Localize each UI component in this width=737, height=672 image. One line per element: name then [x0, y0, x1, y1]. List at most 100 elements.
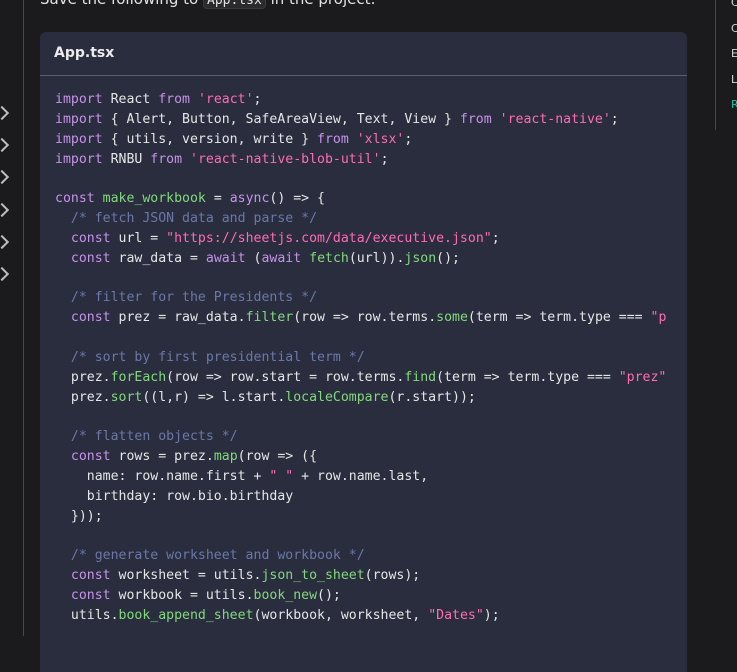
- code-token: await: [205, 250, 246, 266]
- code-token: ;: [380, 151, 389, 167]
- code-line: const raw_data = await (await fetch(url)…: [55, 249, 672, 269]
- code-token: const: [70, 250, 111, 266]
- code-token: React: [102, 92, 159, 107]
- table-of-contents: CCELR: [715, 0, 737, 130]
- code-token: );: [483, 607, 500, 623]
- chevron-right-icon[interactable]: [0, 169, 10, 185]
- intro-text-after: in the project:: [266, 0, 376, 8]
- code-line: birthday: row.bio.birthday: [55, 487, 672, 507]
- code-token: filter: [245, 310, 294, 326]
- code-token: () => {: [269, 191, 325, 207]
- code-line: const worksheet = utils.json_to_sheet(ro…: [55, 566, 672, 586]
- inline-filename: App.tsx: [203, 0, 266, 9]
- code-token: const: [70, 310, 111, 326]
- code-token: (: [245, 250, 262, 266]
- code-token: utils.: [55, 607, 119, 623]
- code-token: const: [70, 449, 111, 465]
- code-token: const: [55, 191, 95, 207]
- code-token: raw_data =: [110, 250, 206, 266]
- code-token: /* sort by first presidential term */: [70, 349, 365, 365]
- intro-text: Save the following to App.tsx in the pro…: [40, 0, 376, 9]
- code-token: from: [317, 131, 349, 147]
- code-token: prez.: [55, 389, 111, 405]
- code-token: prez.: [55, 369, 111, 385]
- code-line: import { utils, version, write } from 'x…: [55, 130, 672, 150]
- chevron-right-icon[interactable]: [0, 202, 10, 218]
- toc-item[interactable]: R: [731, 98, 737, 111]
- code-token: /* filter for the Presidents */: [70, 290, 318, 306]
- code-token: make_workbook: [102, 191, 206, 207]
- code-token: book_append_sheet: [118, 607, 254, 623]
- code-token: ();: [436, 250, 460, 266]
- intro-text-before: Save the following to: [40, 0, 203, 8]
- code-token: name: row.name.first +: [55, 469, 270, 485]
- code-token: 'xlsx': [356, 131, 405, 147]
- code-token: from: [158, 92, 190, 107]
- code-token: birthday: row.bio.birthday: [55, 488, 294, 504]
- code-line: const workbook = utils.book_new();: [55, 586, 672, 606]
- code-token: ;: [610, 111, 619, 127]
- code-token: (r.start));: [388, 389, 476, 405]
- code-token: from: [459, 111, 492, 127]
- code-token: some: [436, 310, 468, 326]
- code-token: (term => term.type ===: [467, 310, 651, 326]
- code-token: rows = prez.: [110, 449, 214, 465]
- code-token: " ": [269, 469, 294, 485]
- code-token: "p: [650, 310, 667, 326]
- toc-item[interactable]: E: [731, 47, 737, 60]
- toc-item[interactable]: C: [731, 0, 737, 9]
- code-line: const rows = prez.map(row => ({: [55, 447, 672, 467]
- code-token: }));: [55, 508, 103, 524]
- code-line: /* sort by first presidential term */: [55, 348, 672, 368]
- code-token: worksheet = utils.: [110, 568, 262, 584]
- code-token: ();: [317, 588, 341, 604]
- code-token: "https://sheetjs.com/data/executive.json…: [166, 230, 492, 246]
- code-line: prez.forEach(row => row.start = row.term…: [55, 368, 672, 388]
- code-token: json_to_sheet: [261, 568, 365, 584]
- chevron-right-icon[interactable]: [0, 137, 10, 153]
- chevron-right-icon[interactable]: [0, 266, 10, 282]
- code-token: /* generate worksheet and workbook */: [70, 548, 365, 564]
- code-token: workbook = utils.: [110, 588, 254, 604]
- code-token: 'react-native-blob-util': [190, 151, 381, 167]
- code-line: const make_workbook = async() => {: [55, 189, 672, 209]
- code-token: import: [55, 131, 103, 147]
- code-token: fetch: [309, 250, 349, 266]
- code-token: (workbook, worksheet,: [253, 607, 429, 623]
- code-content[interactable]: import React from 'react'; import { Alert…: [40, 76, 687, 640]
- code-token: 'react': [197, 92, 254, 107]
- collapsed-sidebar: [0, 0, 24, 636]
- code-token: localeCompare: [285, 389, 389, 405]
- code-token: ;: [404, 131, 413, 147]
- code-token: json: [404, 250, 437, 266]
- chevron-right-icon[interactable]: [0, 234, 10, 250]
- toc-item[interactable]: C: [731, 22, 737, 35]
- code-token: prez = raw_data.: [110, 310, 246, 326]
- chevron-right-icon[interactable]: [0, 105, 10, 121]
- code-token: { utils, version, write }: [102, 131, 318, 147]
- code-token: await: [261, 250, 302, 266]
- code-line: /* fetch JSON data and parse */: [55, 209, 672, 229]
- toc-item[interactable]: L: [731, 73, 737, 86]
- code-token: "Dates": [428, 607, 484, 623]
- code-line: import React from 'react';: [55, 90, 672, 110]
- code-token: sort: [110, 389, 143, 405]
- code-block: App.tsx import React from 'react'; import…: [40, 32, 687, 672]
- code-line: import RNBU from 'react-native-blob-util…: [55, 150, 672, 170]
- code-token: from: [150, 151, 183, 167]
